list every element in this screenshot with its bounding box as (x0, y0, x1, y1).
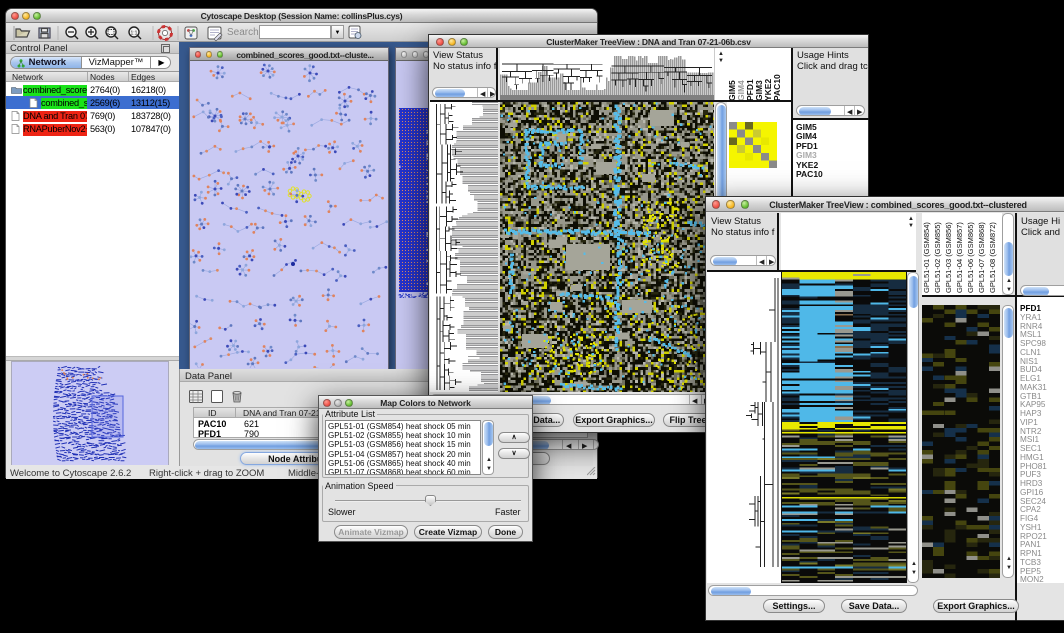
svg-text:1:1: 1:1 (131, 31, 138, 37)
